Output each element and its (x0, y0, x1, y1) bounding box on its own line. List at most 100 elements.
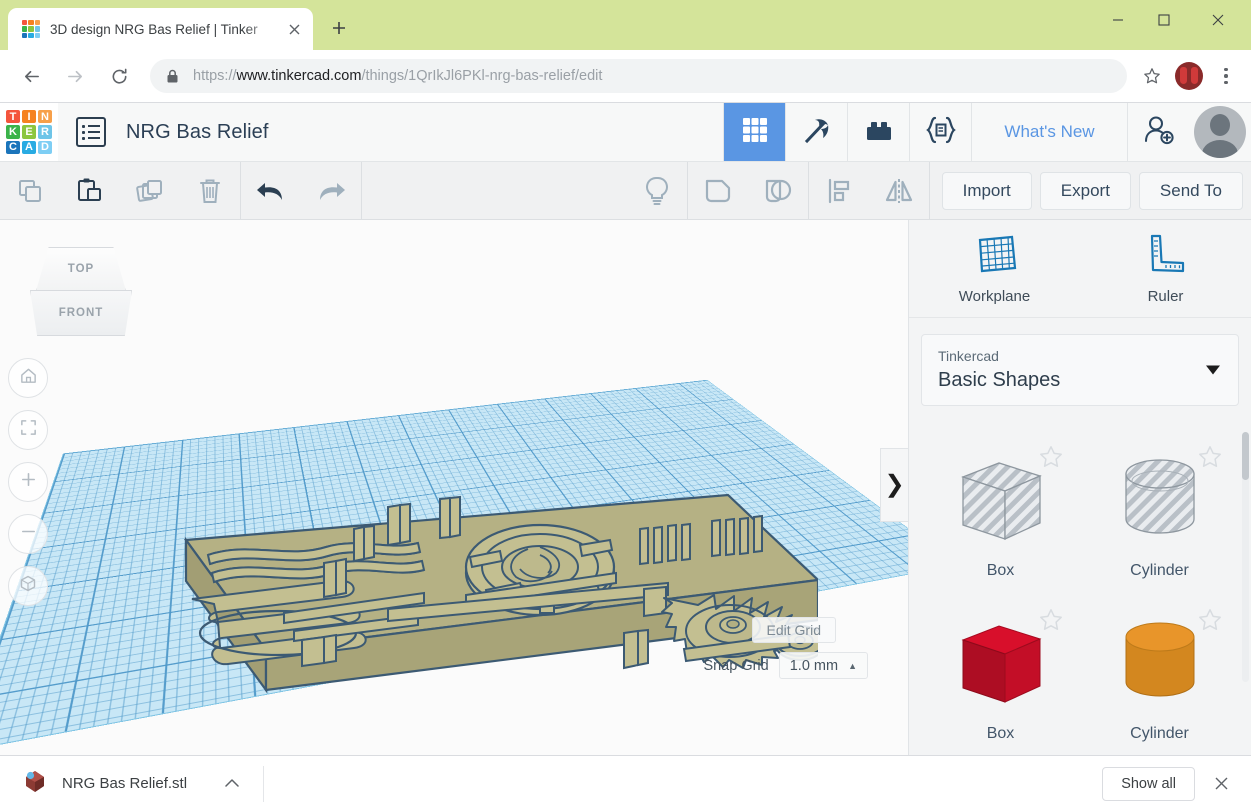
user-avatar[interactable] (1189, 103, 1251, 161)
panel-tools: Workplane Ruler (909, 220, 1251, 318)
tool-minecraft[interactable] (785, 103, 847, 161)
design-list-icon[interactable] (76, 117, 106, 147)
shapes-panel: Workplane Ruler Tinkercad Basic Shapes B… (908, 220, 1251, 755)
window-close-button[interactable] (1195, 0, 1241, 40)
send-to-button[interactable]: Send To (1138, 171, 1243, 210)
group-button[interactable] (688, 162, 748, 220)
canvas-nav-controls (8, 358, 48, 606)
import-button[interactable]: Import (941, 171, 1032, 210)
snap-grid-value: 1.0 mm (789, 657, 839, 674)
shape-item-cylinder-hole[interactable]: Cylinder (1082, 434, 1237, 593)
panel-expander-button[interactable]: ❯ (880, 448, 908, 522)
view-cube-top-face[interactable]: TOP (36, 247, 126, 291)
workplane-tool[interactable]: Workplane (909, 220, 1080, 317)
chrome-menu-button[interactable] (1209, 59, 1243, 93)
home-view-button[interactable] (8, 358, 48, 398)
lock-icon (166, 69, 181, 84)
hint-button[interactable] (627, 162, 687, 220)
invite-user-button[interactable] (1127, 103, 1189, 161)
logo-tile-k: K (6, 125, 20, 139)
tinkercad-favicon-icon (22, 20, 40, 38)
zoom-out-button[interactable] (8, 514, 48, 554)
pickaxe-icon (801, 114, 833, 151)
logo-tile-d: D (38, 140, 52, 154)
ruler-icon (1143, 232, 1189, 280)
perspective-toggle-button[interactable] (8, 566, 48, 606)
favorite-star-icon[interactable] (1038, 607, 1064, 638)
shape-item-box-solid[interactable]: Box (923, 597, 1078, 756)
back-button[interactable] (14, 59, 48, 93)
stl-file-icon (22, 768, 48, 799)
tool-bricks[interactable] (847, 103, 909, 161)
browser-window: 3D design NRG Bas Relief | Tinker https:… (0, 0, 1251, 811)
zoom-in-button[interactable] (8, 462, 48, 502)
tab-close-icon[interactable] (281, 16, 307, 42)
show-all-downloads-button[interactable]: Show all (1102, 766, 1195, 801)
duplicate-button[interactable] (120, 162, 180, 220)
cube-view-icon (18, 574, 38, 599)
fit-to-view-button[interactable] (8, 410, 48, 450)
browser-tab[interactable]: 3D design NRG Bas Relief | Tinker (8, 8, 313, 50)
edit-grid-button[interactable]: Edit Grid (751, 617, 836, 643)
library-owner: Tinkercad (938, 348, 999, 364)
new-tab-button[interactable] (325, 14, 353, 42)
mirror-button[interactable] (869, 162, 929, 220)
ruler-tool[interactable]: Ruler (1080, 220, 1251, 317)
shape-grid: Box Cylinder Box Cylinder (909, 426, 1251, 755)
paste-button[interactable] (60, 162, 120, 220)
minus-icon (19, 522, 38, 546)
reload-button[interactable] (102, 59, 136, 93)
shape-library-dropdown[interactable]: Tinkercad Basic Shapes (921, 334, 1239, 406)
codeblocks-icon (924, 115, 958, 150)
tinkercad-logo[interactable]: T I N K E R C A D (0, 103, 58, 161)
bas-relief-model[interactable] (88, 485, 818, 755)
redo-button[interactable] (301, 162, 361, 220)
tool-codeblocks[interactable] (909, 103, 971, 161)
favorite-star-icon[interactable] (1197, 607, 1223, 638)
logo-tile-a: A (22, 140, 36, 154)
workplane-icon (971, 232, 1019, 280)
favorite-star-icon[interactable] (1197, 444, 1223, 475)
add-person-icon (1142, 114, 1176, 151)
chevron-down-icon (1206, 365, 1220, 375)
download-bar: NRG Bas Relief.stl Show all (0, 755, 1251, 811)
bookmark-star-icon[interactable] (1135, 59, 1169, 93)
chrome-profile-avatar[interactable] (1175, 62, 1203, 90)
view-cube-front-face[interactable]: FRONT (30, 290, 132, 336)
snap-grid-select[interactable]: 1.0 mm ▲ (778, 652, 868, 679)
download-file-name: NRG Bas Relief.stl (62, 775, 188, 792)
favorite-star-icon[interactable] (1038, 444, 1064, 475)
shape-item-cylinder-solid[interactable]: Cylinder (1082, 597, 1237, 756)
snap-grid-control: Snap Grid 1.0 mm ▲ (703, 652, 868, 679)
align-button[interactable] (809, 162, 869, 220)
toolbar-divider-5 (928, 161, 930, 220)
3d-canvas[interactable]: TOP FRONT Edit Grid Snap Grid 1.0 mm ▲ ❯ (0, 220, 908, 755)
copy-button[interactable] (0, 162, 60, 220)
shape-panel-scrollbar[interactable] (1242, 432, 1249, 682)
close-download-bar-button[interactable] (1203, 766, 1239, 802)
export-button[interactable]: Export (1039, 171, 1131, 210)
logo-tile-e: E (22, 125, 36, 139)
tool-3d-design[interactable] (723, 103, 785, 161)
download-item[interactable]: NRG Bas Relief.stl (0, 764, 239, 804)
tinkercad-header: T I N K E R C A D NRG Bas Relief What's … (0, 103, 1251, 162)
shape-label: Box (986, 724, 1015, 742)
forward-button[interactable] (58, 59, 92, 93)
edit-toolbar: Import Export Send To (0, 161, 1251, 220)
shape-label: Box (986, 562, 1015, 579)
design-title[interactable]: NRG Bas Relief (126, 121, 269, 144)
ruler-label: Ruler (1147, 288, 1184, 305)
logo-tile-i: I (22, 110, 36, 124)
delete-button[interactable] (180, 162, 240, 220)
ungroup-button[interactable] (748, 162, 808, 220)
home-icon (19, 366, 38, 390)
chevron-up-icon[interactable] (225, 776, 239, 791)
whats-new-link[interactable]: What's New (971, 103, 1127, 161)
window-minimize-button[interactable] (1095, 0, 1141, 40)
view-cube[interactable]: TOP FRONT (30, 245, 132, 337)
undo-button[interactable] (241, 162, 301, 220)
download-divider (263, 765, 265, 802)
address-bar[interactable]: https://www.tinkercad.com/things/1QrIkJl… (150, 59, 1127, 93)
shape-item-box-hole[interactable]: Box (923, 434, 1078, 593)
window-maximize-button[interactable] (1141, 0, 1187, 40)
